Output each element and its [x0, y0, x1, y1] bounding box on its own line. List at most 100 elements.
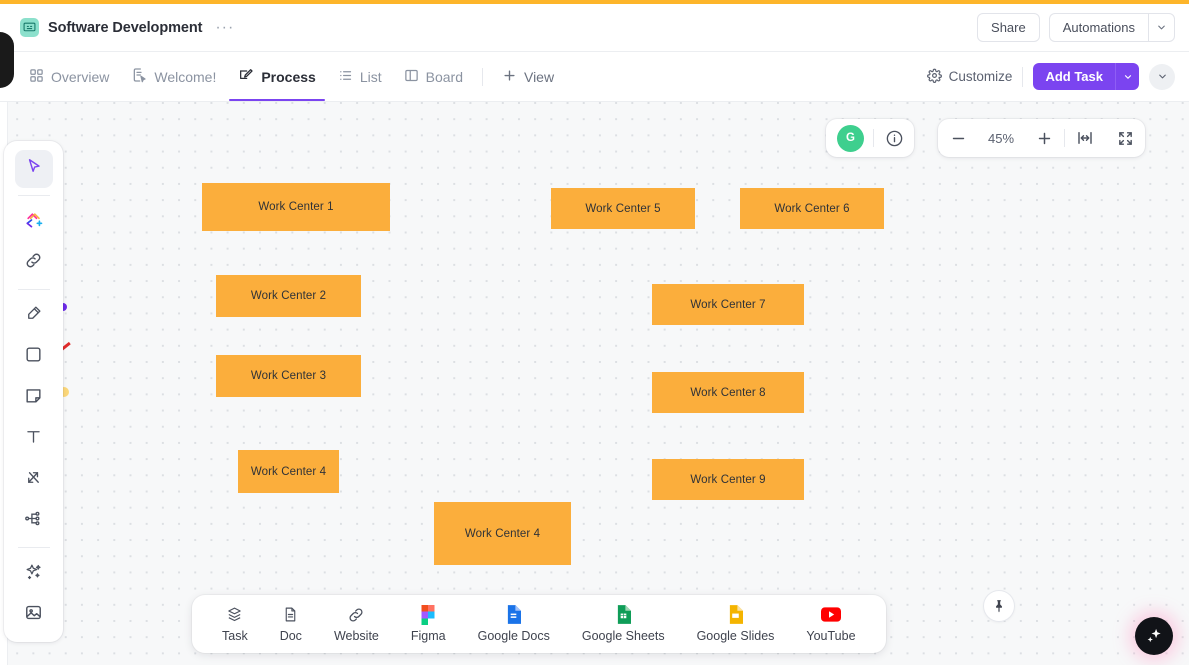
select-tool[interactable]: [14, 150, 53, 188]
list-icon: [338, 68, 353, 86]
mindmap-tool[interactable]: [15, 502, 53, 540]
doc-icon: [282, 605, 299, 624]
cursor-icon: [24, 157, 43, 181]
toolbar-divider: [17, 547, 50, 548]
zoom-out-button[interactable]: [938, 119, 978, 157]
sticky-note-tool[interactable]: [15, 379, 53, 417]
link-icon: [347, 605, 365, 624]
expand-icon[interactable]: [1105, 119, 1145, 157]
work-center-shape[interactable]: Work Center 5: [551, 188, 695, 229]
automations-button[interactable]: Automations: [1048, 13, 1148, 42]
sidebar-expand-handle[interactable]: [0, 32, 14, 88]
text-t-icon: [24, 427, 43, 451]
zoom-level-label[interactable]: 45%: [978, 131, 1024, 146]
view-tab-bar: Overview Welcome! Process List Board Vie…: [0, 52, 1189, 102]
task-layers-icon: [226, 605, 243, 624]
toolbar-divider: [17, 195, 50, 196]
tab-label: List: [359, 68, 382, 85]
dock-label: Website: [333, 629, 379, 643]
google-slides-icon: [728, 605, 743, 624]
insert-dock: Task Doc Website Figma Google Docs Googl…: [192, 595, 886, 653]
automations-group: Automations: [1048, 13, 1175, 42]
google-docs-icon: [506, 605, 522, 624]
add-task-chevron-down-icon[interactable]: [1115, 63, 1139, 90]
image-icon: [24, 603, 43, 627]
add-view-button[interactable]: View: [491, 52, 565, 101]
whiteboard-pen-icon: [238, 67, 254, 86]
whiteboard-canvas[interactable]: Work Center 1 Work Center 2 Work Center 3 W…: [0, 102, 1189, 665]
work-center-shape[interactable]: Work Center 4: [434, 502, 571, 565]
tab-label: Overview: [51, 68, 110, 85]
more-views-chevron-down-icon[interactable]: [1149, 63, 1175, 90]
add-task-group: Add Task: [1033, 63, 1139, 90]
plus-icon: [502, 68, 517, 86]
connector-tool[interactable]: [15, 461, 53, 499]
tab-process[interactable]: Process: [227, 52, 326, 101]
share-button[interactable]: Share: [977, 13, 1040, 42]
zoom-cluster: 45%: [938, 119, 1145, 157]
dock-label: YouTube: [806, 629, 856, 643]
header-bar: Software Development ··· Share Automatio…: [0, 4, 1189, 52]
mindmap-icon: [24, 509, 43, 533]
chevron-down-icon[interactable]: [1148, 13, 1175, 42]
work-center-shape[interactable]: Work Center 7: [652, 284, 804, 325]
work-center-shape[interactable]: Work Center 8: [652, 372, 804, 413]
link-tool[interactable]: [15, 244, 53, 282]
add-task-button[interactable]: Add Task: [1033, 63, 1115, 90]
shapes-tool[interactable]: [15, 203, 53, 241]
dock-item-doc[interactable]: Doc: [264, 605, 318, 643]
dock-item-figma[interactable]: Figma: [395, 604, 462, 643]
work-center-shape[interactable]: Work Center 1: [202, 183, 390, 231]
work-center-shape[interactable]: Work Center 6: [740, 188, 884, 229]
pin-icon[interactable]: [984, 591, 1014, 621]
toolbar-divider: [17, 289, 50, 290]
dock-label: Doc: [279, 629, 302, 643]
doc-cursor-icon: [131, 67, 147, 86]
presence-cluster: G: [826, 119, 914, 157]
tab-list[interactable]: List: [327, 52, 393, 101]
dock-item-google-docs[interactable]: Google Docs: [462, 605, 566, 643]
dock-item-youtube[interactable]: YouTube: [790, 605, 871, 643]
text-tool[interactable]: [15, 420, 53, 458]
fit-width-icon[interactable]: [1065, 119, 1105, 157]
header-actions: Share Automations: [977, 13, 1175, 42]
zoom-in-button[interactable]: [1024, 119, 1064, 157]
tab-label: Welcome!: [154, 68, 217, 85]
dock-item-website[interactable]: Website: [318, 605, 395, 643]
work-center-shape[interactable]: Work Center 9: [652, 459, 804, 500]
whiteboard-toolbar: [4, 141, 63, 642]
image-tool[interactable]: [15, 596, 53, 634]
whiteboard-icon: [20, 18, 39, 37]
shapes-plus-icon: [24, 210, 44, 235]
customize-button[interactable]: Customize: [926, 68, 1013, 86]
tab-welcome[interactable]: Welcome!: [120, 52, 227, 101]
info-circle-icon[interactable]: [874, 119, 914, 157]
dock-label: Google Docs: [477, 629, 550, 643]
arrow-connector-icon: [24, 468, 43, 492]
rectangle-tool[interactable]: [15, 338, 53, 376]
grid-icon: [29, 68, 44, 86]
ai-assistant-button[interactable]: [1135, 617, 1173, 655]
google-sheets-icon: [616, 605, 631, 624]
dock-label: Figma: [410, 629, 446, 643]
dock-item-google-slides[interactable]: Google Slides: [681, 605, 791, 643]
work-center-shape[interactable]: Work Center 4: [238, 450, 339, 493]
work-center-shape[interactable]: Work Center 2: [216, 275, 361, 317]
pen-tool[interactable]: [15, 297, 53, 335]
work-center-shape[interactable]: Work Center 3: [216, 355, 361, 397]
board-icon: [404, 68, 419, 86]
zoom-pill: 45%: [938, 119, 1145, 157]
ai-tool[interactable]: [15, 555, 53, 593]
dock-label: Google Sheets: [581, 629, 665, 643]
header-more-button[interactable]: ···: [212, 19, 237, 35]
dock-item-task[interactable]: Task: [206, 605, 264, 643]
tab-overview[interactable]: Overview: [18, 52, 120, 101]
dock-item-google-sheets[interactable]: Google Sheets: [566, 605, 681, 643]
link-icon: [24, 251, 43, 275]
avatar[interactable]: G: [837, 124, 864, 152]
presence-pill: G: [826, 119, 914, 157]
sticky-note-icon: [24, 386, 43, 410]
tab-label: Board: [425, 68, 463, 85]
customize-label: Customize: [948, 69, 1013, 84]
tab-board[interactable]: Board: [393, 52, 474, 101]
